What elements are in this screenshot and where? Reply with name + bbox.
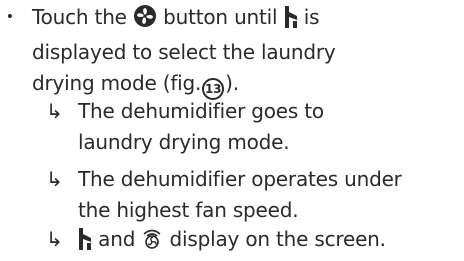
fan-button-icon xyxy=(133,4,157,37)
high-fan-speed-icon xyxy=(141,228,163,259)
bullet-dot xyxy=(8,14,12,18)
laundry-mode-icon xyxy=(284,6,298,37)
result-item: ↳ The dehumidifier operates under the hi… xyxy=(46,164,456,226)
instruction-page: Touch the button until is displayed to s… xyxy=(0,0,464,261)
result-arrow-icon: ↳ xyxy=(46,227,63,251)
step-text: Touch the button until is displayed to s… xyxy=(32,2,452,100)
result-arrow-icon: ↳ xyxy=(46,99,63,123)
laundry-mode-icon xyxy=(78,228,92,259)
result-arrow-icon: ↳ xyxy=(46,167,63,191)
result-item: ↳ The dehumidifier goes to laundry dryin… xyxy=(46,96,456,158)
result-item: ↳ and display on the screen. xyxy=(46,224,456,259)
